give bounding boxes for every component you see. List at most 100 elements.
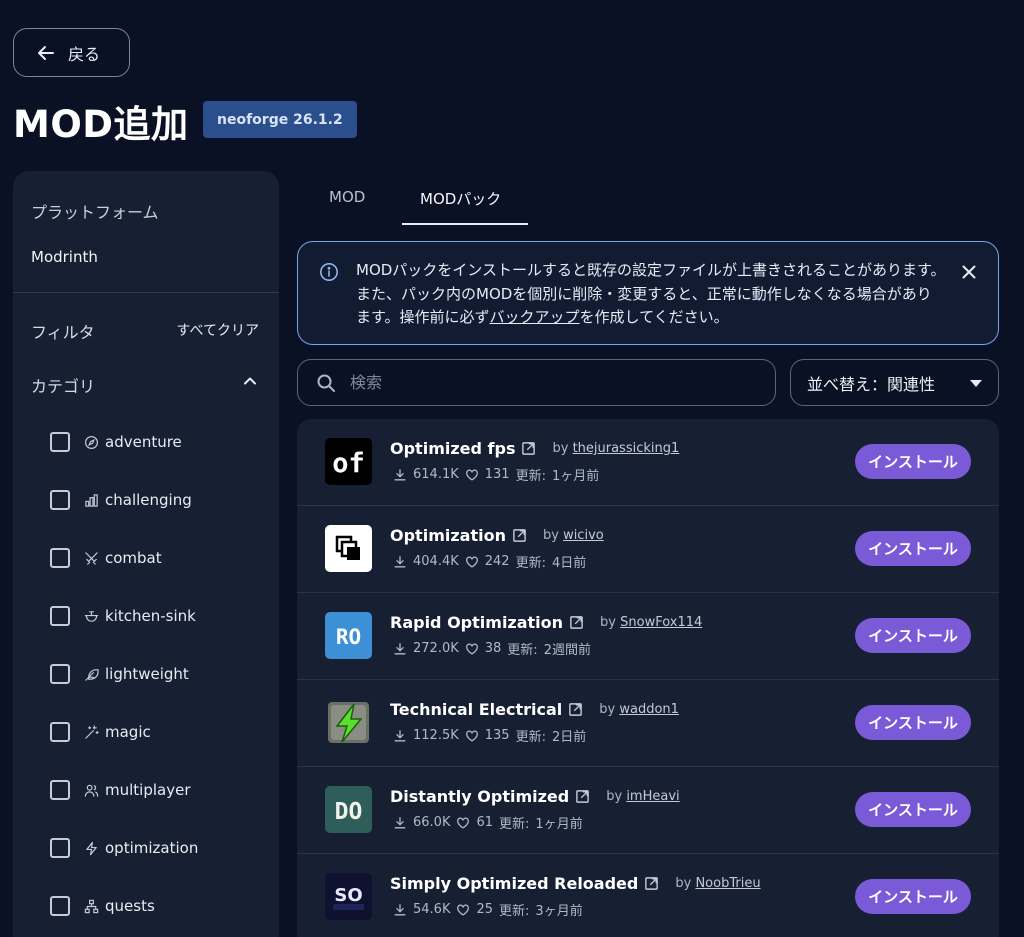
author-link[interactable]: NoobTrieu xyxy=(695,876,760,891)
project-stats: 112.5K 135 更新: 2日前 xyxy=(393,726,586,745)
heart-icon xyxy=(465,469,478,481)
back-button[interactable]: 戻る xyxy=(13,28,130,77)
bar-chart-icon xyxy=(85,493,98,507)
install-button[interactable]: インストール xyxy=(855,879,971,914)
external-link-icon[interactable] xyxy=(569,615,584,630)
heart-icon xyxy=(457,817,470,829)
bolt-logo-icon xyxy=(325,699,372,746)
category-checkbox[interactable] xyxy=(50,780,70,800)
like-count: 61 xyxy=(476,815,494,830)
install-button[interactable]: インストール xyxy=(855,792,971,827)
platform-value[interactable]: Modrinth xyxy=(31,248,98,266)
install-button[interactable]: インストール xyxy=(855,531,971,566)
project-name[interactable]: Distantly Optimized xyxy=(390,787,569,806)
install-button[interactable]: インストール xyxy=(855,444,971,479)
external-link-icon[interactable] xyxy=(575,789,590,804)
project-stats: 272.0K 38 更新: 2週間前 xyxy=(393,639,591,658)
author-link[interactable]: SnowFox114 xyxy=(620,615,702,630)
like-count: 135 xyxy=(484,728,510,743)
heart-icon xyxy=(465,556,478,568)
project-stats: 614.1K 131 更新: 1ヶ月前 xyxy=(393,465,599,484)
clear-all-button[interactable]: すべてクリア xyxy=(177,320,259,340)
category-label: lightweight xyxy=(105,665,189,683)
bowl-icon xyxy=(84,610,99,622)
author-link[interactable]: imHeavi xyxy=(626,789,679,804)
modpack-warning-alert: MODパックをインストールすると既存の設定ファイルが上書きされることがあります。… xyxy=(297,241,999,345)
like-count: 242 xyxy=(484,554,510,569)
by-label: by xyxy=(552,441,569,456)
category-checkbox[interactable] xyxy=(50,722,70,742)
author-link[interactable]: waddon1 xyxy=(619,702,679,717)
download-icon xyxy=(394,555,406,567)
category-label: combat xyxy=(105,549,162,567)
list-item: RO Rapid Optimization by SnowFox114 272.… xyxy=(297,593,999,680)
external-link-icon[interactable] xyxy=(521,441,536,456)
author-link[interactable]: thejurassicking1 xyxy=(573,441,680,456)
project-name[interactable]: Simply Optimized Reloaded xyxy=(390,874,638,893)
category-item-challenging[interactable]: challenging xyxy=(50,471,192,529)
project-name[interactable]: Rapid Optimization xyxy=(390,613,563,632)
category-checkbox[interactable] xyxy=(50,432,70,452)
tab-modpack[interactable]: MODパック xyxy=(420,188,501,209)
external-link-icon[interactable] xyxy=(644,876,659,891)
chevron-up-icon[interactable] xyxy=(241,372,259,390)
download-icon xyxy=(394,468,406,480)
category-checkbox[interactable] xyxy=(50,490,70,510)
install-button[interactable]: インストール xyxy=(855,618,971,653)
backup-link[interactable]: バックアップ xyxy=(490,308,580,326)
category-checkbox[interactable] xyxy=(50,606,70,626)
category-item-multiplayer[interactable]: multiplayer xyxy=(50,761,191,819)
crossed-swords-icon xyxy=(85,551,98,565)
download-icon xyxy=(394,729,406,741)
category-checkbox[interactable] xyxy=(50,664,70,684)
category-item-optimization[interactable]: optimization xyxy=(50,819,198,877)
like-count: 38 xyxy=(484,641,502,656)
category-item-combat[interactable]: combat xyxy=(50,529,162,587)
category-label: magic xyxy=(105,723,151,741)
close-icon[interactable] xyxy=(960,263,978,281)
ro-logo-icon: RO xyxy=(325,612,372,659)
by-label: by xyxy=(600,615,616,630)
project-stats: 404.4K 242 更新: 4日前 xyxy=(393,552,586,571)
project-name[interactable]: Optimization xyxy=(390,526,506,545)
do-logo-icon: DO xyxy=(325,786,372,833)
project-title: Simply Optimized Reloaded by NoobTrieu xyxy=(390,874,761,893)
search-icon xyxy=(317,374,335,392)
sort-select[interactable]: 並べ替え：関連性 xyxy=(790,359,999,406)
external-link-icon[interactable] xyxy=(512,528,527,543)
category-checkbox[interactable] xyxy=(50,896,70,916)
category-checkbox[interactable] xyxy=(50,548,70,568)
download-count: 54.6K xyxy=(413,902,451,917)
by-label: by xyxy=(599,702,616,717)
project-name[interactable]: Technical Electrical xyxy=(390,700,562,719)
external-link-icon[interactable] xyxy=(568,702,583,717)
category-item-quests[interactable]: quests xyxy=(50,877,155,935)
alert-message: MODパックをインストールすると既存の設定ファイルが上書きされることがあります。… xyxy=(356,259,946,330)
heart-icon xyxy=(465,643,478,655)
install-button[interactable]: インストール xyxy=(855,705,971,740)
search-input[interactable] xyxy=(350,373,750,392)
project-name[interactable]: Optimized fps xyxy=(390,439,515,458)
project-title: Optimization by wicivo xyxy=(390,526,604,545)
svg-text:of: of xyxy=(332,448,365,479)
alert-text-after: を作成してください。 xyxy=(579,308,729,326)
updated-label: 更新: xyxy=(515,730,546,745)
squares-logo-icon xyxy=(325,525,372,572)
category-item-magic[interactable]: magic xyxy=(50,703,151,761)
so-reloaded-logo-icon: SO xyxy=(325,873,372,920)
platform-heading: プラットフォーム xyxy=(31,203,159,222)
author-link[interactable]: wicivo xyxy=(563,528,604,543)
project-title: Distantly Optimized by imHeavi xyxy=(390,787,680,806)
like-count: 131 xyxy=(484,467,510,482)
by-label: by xyxy=(675,876,692,891)
category-checkbox[interactable] xyxy=(50,838,70,858)
download-count: 272.0K xyxy=(413,641,459,656)
project-stats: 54.6K 25 更新: 3ヶ月前 xyxy=(393,900,583,919)
version-badge: neoforge 26.1.2 xyxy=(203,101,357,138)
category-item-kitchen-sink[interactable]: kitchen-sink xyxy=(50,587,196,645)
tab-mod[interactable]: MOD xyxy=(329,188,365,206)
category-item-lightweight[interactable]: lightweight xyxy=(50,645,189,703)
category-item-adventure[interactable]: adventure xyxy=(50,413,182,471)
search-box xyxy=(297,359,776,406)
updated-time: 3ヶ月前 xyxy=(535,904,583,919)
